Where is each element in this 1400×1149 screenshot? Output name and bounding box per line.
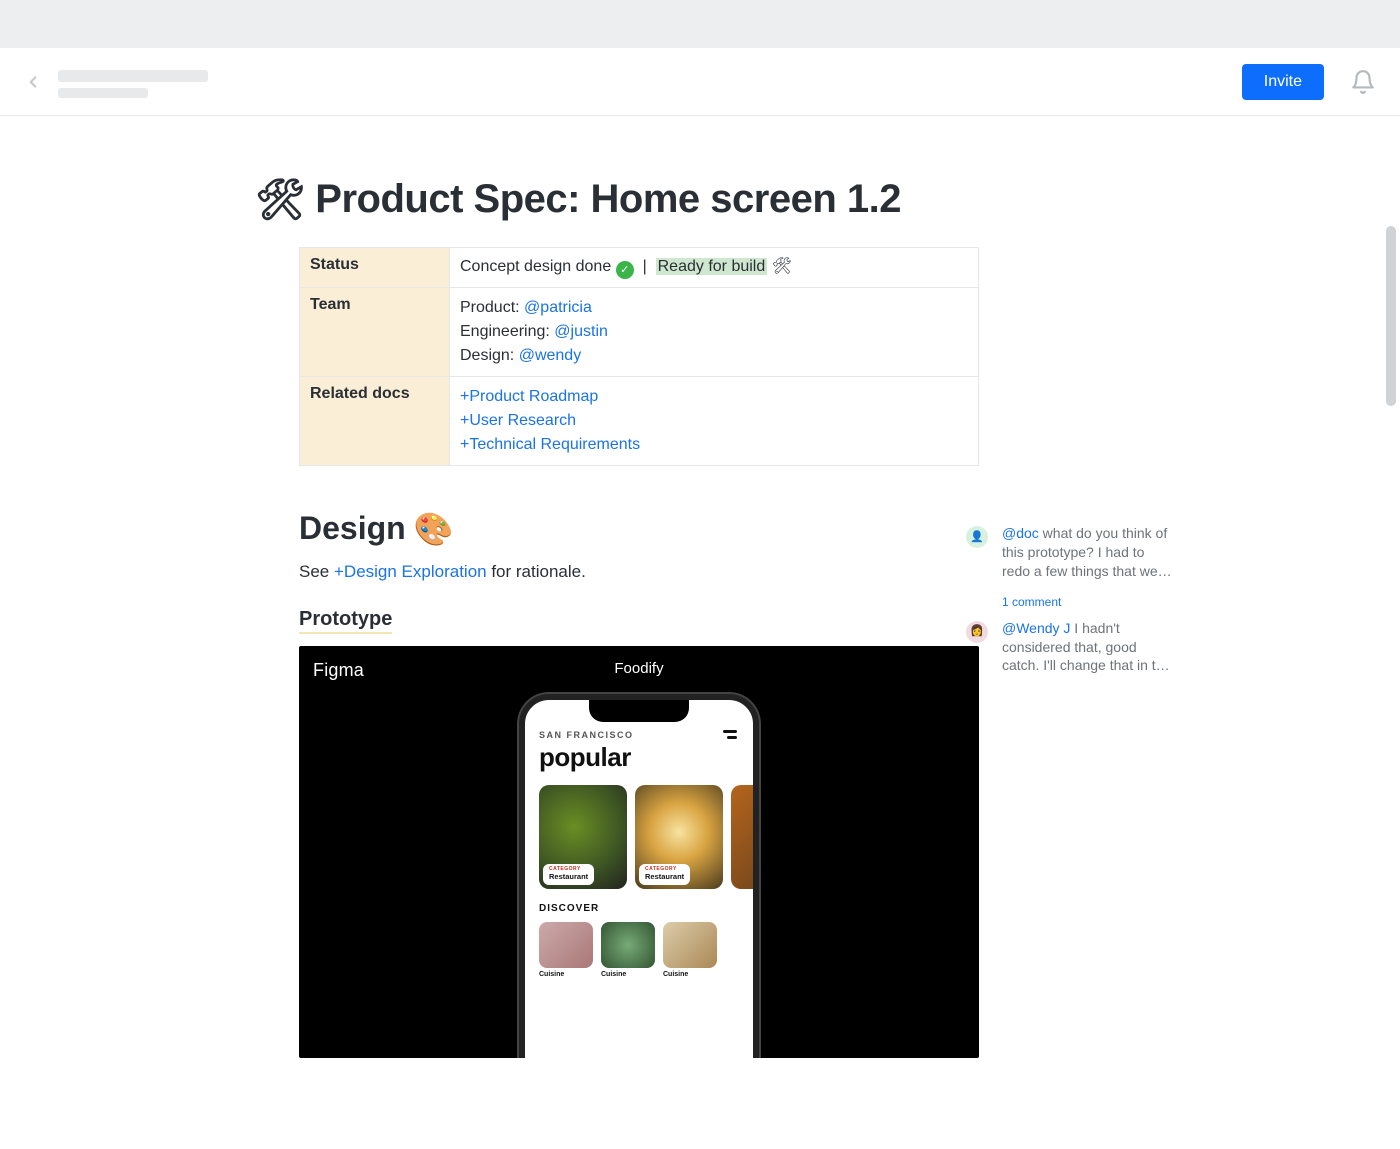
table-row: Related docs +Product Roadmap +User Rese… (300, 376, 979, 465)
mini-row: Cuisine Cuisine Cuisine (539, 922, 739, 978)
comment[interactable]: 👩 @Wendy J I hadn't considered that, goo… (966, 619, 1176, 676)
team-value: Product: @patricia Engineering: @justin … (450, 287, 979, 376)
mini-card: Cuisine (601, 922, 655, 978)
status-label: Status (300, 248, 450, 288)
header-breadcrumb (58, 66, 208, 98)
status-text: Concept design done (460, 258, 611, 275)
table-row: Team Product: @patricia Engineering: @ju… (300, 287, 979, 376)
design-heading-text: Design (299, 510, 406, 547)
role-label: Design: (460, 347, 514, 364)
top-stripe (0, 0, 1400, 48)
check-icon: ✓ (616, 261, 634, 279)
prototype-heading: Prototype (299, 608, 392, 634)
hammer-icon: 🛠 (772, 258, 792, 275)
mention-link[interactable]: @Wendy J (1002, 620, 1070, 636)
comments-panel: 👤 @doc what do you think of this prototy… (966, 524, 1176, 689)
role-label: Product: (460, 299, 520, 316)
role-label: Engineering: (460, 323, 550, 340)
breadcrumb-line-2 (58, 88, 148, 98)
card-row: CATEGORYRestaurant CATEGORYRestaurant (539, 785, 739, 889)
team-label: Team (300, 287, 450, 376)
phone-notch (589, 700, 689, 722)
info-table: Status Concept design done ✓ | Ready for… (299, 247, 979, 466)
food-card: CATEGORYRestaurant (539, 785, 627, 889)
team-line: Design: @wendy (460, 344, 968, 368)
back-icon[interactable] (24, 73, 42, 91)
doc-link[interactable]: +Design Exploration (334, 562, 487, 581)
mini-card: Cuisine (539, 922, 593, 978)
team-line: Engineering: @justin (460, 320, 968, 344)
food-tag: CATEGORYRestaurant (543, 864, 594, 884)
invite-button[interactable]: Invite (1242, 64, 1324, 100)
phone-mockup: SAN FRANCISCO popular CATEGORYRestaurant… (519, 694, 759, 1058)
phone-heading: popular (539, 742, 739, 773)
avatar: 👩 (966, 621, 988, 643)
status-highlight: Ready for build (656, 258, 768, 275)
text: for rationale. (487, 562, 586, 581)
mention-link[interactable]: @wendy (519, 347, 582, 364)
doc-link[interactable]: +User Research (460, 412, 576, 429)
mention-link[interactable]: @doc (1002, 525, 1039, 541)
comment-count[interactable]: 1 comment (1002, 595, 1176, 609)
header-left (24, 66, 208, 98)
table-row: Status Concept design done ✓ | Ready for… (300, 248, 979, 288)
scrollbar-thumb[interactable] (1386, 226, 1396, 406)
palette-icon: 🎨 (414, 510, 454, 548)
avatar: 👤 (966, 526, 988, 548)
food-card (731, 785, 759, 889)
page-title-text: Product Spec: Home screen 1.2 (315, 177, 901, 222)
figma-frame-title: Foodify (299, 660, 979, 677)
related-value: +Product Roadmap +User Research +Technic… (450, 376, 979, 465)
comment[interactable]: 👤 @doc what do you think of this prototy… (966, 524, 1176, 581)
doc-link[interactable]: +Technical Requirements (460, 436, 640, 453)
food-card: CATEGORYRestaurant (635, 785, 723, 889)
phone-city: SAN FRANCISCO (539, 730, 739, 740)
food-tag: CATEGORYRestaurant (639, 864, 690, 884)
mention-link[interactable]: @justin (554, 323, 608, 340)
page-title: 🛠 Product Spec: Home screen 1.2 (255, 176, 1145, 223)
header-bar: Invite (0, 48, 1400, 116)
status-separator: | (643, 258, 647, 275)
menu-icon (723, 730, 737, 739)
notifications-icon[interactable] (1350, 69, 1376, 95)
mention-link[interactable]: @patricia (524, 299, 592, 316)
phone-discover: DISCOVER (539, 903, 739, 914)
figma-embed[interactable]: Figma Foodify SAN FRANCISCO popular CATE… (299, 646, 979, 1058)
mini-card: Cuisine (663, 922, 717, 978)
document-scroll[interactable]: 🛠 Product Spec: Home screen 1.2 Status C… (0, 116, 1400, 1149)
team-line: Product: @patricia (460, 296, 968, 320)
page-title-icon: 🛠 (255, 176, 305, 223)
status-value: Concept design done ✓ | Ready for build … (450, 248, 979, 288)
doc-link[interactable]: +Product Roadmap (460, 388, 598, 405)
related-label: Related docs (300, 376, 450, 465)
text: See (299, 562, 334, 581)
header-right: Invite (1242, 64, 1376, 100)
breadcrumb-line-1 (58, 70, 208, 82)
